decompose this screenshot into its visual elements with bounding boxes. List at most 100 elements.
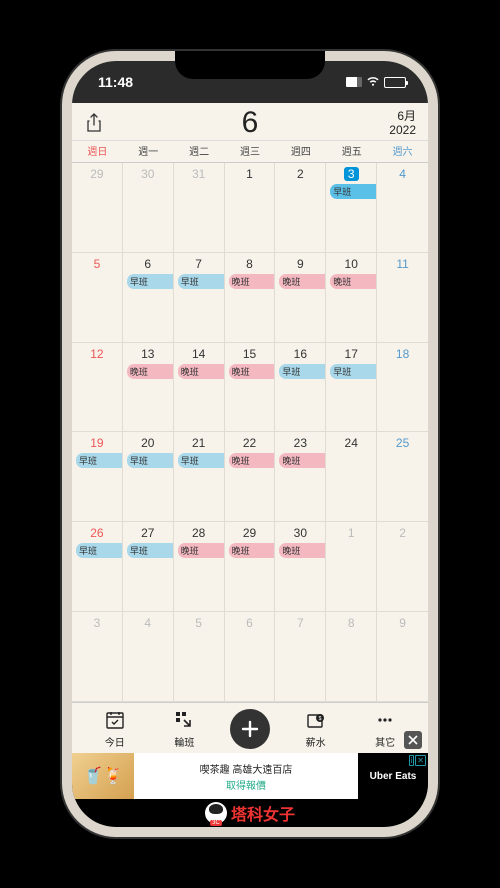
day-cell[interactable]: 26早班: [72, 522, 123, 611]
share-button[interactable]: [84, 111, 104, 135]
day-cell[interactable]: 28晚班: [174, 522, 225, 611]
day-cell[interactable]: 4: [377, 163, 428, 252]
month-number: 6: [242, 106, 259, 140]
week-row: 5 6 早班7早班8晚班9晚班 10 晚班11: [72, 253, 428, 343]
shift-badge: 晚班: [178, 364, 224, 379]
status-time: 11:48: [98, 74, 133, 90]
day-number: 29: [243, 526, 256, 540]
day-cell[interactable]: 6 早班: [123, 253, 174, 342]
day-cell[interactable]: 3早班: [326, 163, 377, 252]
day-cell[interactable]: 11: [377, 253, 428, 342]
day-cell[interactable]: 10 晚班: [326, 253, 377, 342]
phone-frame: 11:48 6 6月 2022 週日 週一 週二 週三 週四 週五 週六: [62, 51, 438, 837]
day-number: 2: [297, 167, 304, 181]
day-number: 20: [141, 436, 154, 450]
day-cell[interactable]: 12: [72, 343, 123, 432]
more-icon: [375, 710, 395, 733]
day-cell[interactable]: 8晚班: [225, 253, 276, 342]
ad-banner[interactable]: 🥤🍹 喫茶趣 高雄大遠百店 取得報價 Uber Eats i✕: [72, 753, 428, 799]
other-button[interactable]: 其它: [361, 710, 409, 749]
close-ad-button[interactable]: [404, 731, 422, 749]
calendar-check-icon: [105, 710, 125, 733]
day-number: 10: [345, 257, 358, 271]
day-cell[interactable]: 9: [377, 612, 428, 701]
day-cell[interactable]: 13晚班: [123, 343, 174, 432]
battery-icon: [384, 77, 406, 88]
brand-avatar-icon: 3C: [205, 802, 227, 824]
day-cell[interactable]: 7: [275, 612, 326, 701]
day-number: 9: [399, 616, 406, 630]
day-cell[interactable]: 31: [174, 163, 225, 252]
day-number: 29: [90, 167, 103, 181]
day-number: 31: [192, 167, 205, 181]
today-button[interactable]: 今日: [91, 710, 139, 749]
day-cell[interactable]: 5: [174, 612, 225, 701]
day-cell[interactable]: 5: [72, 253, 123, 342]
month-year-label[interactable]: 6月 2022: [389, 109, 416, 138]
screen: 11:48 6 6月 2022 週日 週一 週二 週三 週四 週五 週六: [72, 61, 428, 827]
salary-button[interactable]: $ 薪水: [292, 710, 340, 749]
day-cell[interactable]: 2: [377, 522, 428, 611]
day-cell[interactable]: 20早班: [123, 432, 174, 521]
day-cell[interactable]: 17早班: [326, 343, 377, 432]
day-cell[interactable]: 1: [326, 522, 377, 611]
status-icons: [346, 77, 406, 88]
day-cell[interactable]: 29 晚班: [225, 522, 276, 611]
day-number: 17: [345, 347, 358, 361]
calendar-grid: 293031123早班456早班7早班8晚班9晚班10晚班111213晚班14晚…: [72, 163, 428, 702]
shift-button[interactable]: 輪班: [160, 710, 208, 749]
brand-badge: 3C: [210, 820, 222, 826]
day-number: 4: [399, 167, 406, 181]
day-number: 6: [144, 257, 151, 271]
day-cell[interactable]: 25: [377, 432, 428, 521]
day-cell[interactable]: 22晚班: [225, 432, 276, 521]
shift-badge: 早班: [127, 543, 173, 558]
add-button[interactable]: [230, 709, 270, 749]
day-number: 23: [294, 436, 307, 450]
day-cell[interactable]: 6: [225, 612, 276, 701]
day-cell[interactable]: 19早班: [72, 432, 123, 521]
day-cell[interactable]: 30晚班: [275, 522, 326, 611]
shift-badge: 早班: [330, 184, 376, 199]
day-number: 19: [90, 436, 103, 450]
day-cell[interactable]: 15晚班: [225, 343, 276, 432]
watermark-bar: 3C 塔科女子: [72, 799, 428, 827]
shift-badge: 晚班: [229, 543, 275, 558]
day-cell[interactable]: 27早班: [123, 522, 174, 611]
day-number: 18: [396, 347, 409, 361]
day-cell[interactable]: 7早班: [174, 253, 225, 342]
day-cell[interactable]: 29: [72, 163, 123, 252]
bottom-toolbar: 今日 輪班 $ 薪水 其它: [72, 702, 428, 753]
ad-info-badge[interactable]: i✕: [409, 755, 426, 766]
weekday-tue: 週二: [174, 143, 225, 158]
day-number: 30: [294, 526, 307, 540]
calendar-header: 6 6月 2022: [72, 103, 428, 141]
day-cell[interactable]: 21早班: [174, 432, 225, 521]
shift-badge: 晚班: [229, 364, 275, 379]
day-cell[interactable]: 1: [225, 163, 276, 252]
day-number: 22: [243, 436, 256, 450]
day-number: 21: [192, 436, 205, 450]
day-cell[interactable]: 4: [123, 612, 174, 701]
day-cell[interactable]: 9晚班: [275, 253, 326, 342]
day-cell[interactable]: 16早班: [275, 343, 326, 432]
day-cell[interactable]: 2: [275, 163, 326, 252]
shift-badge: 早班: [279, 364, 325, 379]
shift-badge: 晚班: [330, 274, 376, 289]
day-cell[interactable]: 3: [72, 612, 123, 701]
day-cell[interactable]: 24: [326, 432, 377, 521]
day-cell[interactable]: 18: [377, 343, 428, 432]
day-number: 8: [348, 616, 355, 630]
day-number: 7: [195, 257, 202, 271]
day-cell[interactable]: 8: [326, 612, 377, 701]
shift-badge: 早班: [127, 274, 173, 289]
shift-badge: 早班: [76, 543, 122, 558]
month-label: 6月: [389, 109, 416, 123]
salary-label: 薪水: [306, 734, 326, 749]
day-number: 4: [144, 616, 151, 630]
day-cell[interactable]: 23晚班: [275, 432, 326, 521]
day-number: 30: [141, 167, 154, 181]
day-cell[interactable]: 30: [123, 163, 174, 252]
weekday-sun: 週日: [72, 143, 123, 158]
day-cell[interactable]: 14晚班: [174, 343, 225, 432]
